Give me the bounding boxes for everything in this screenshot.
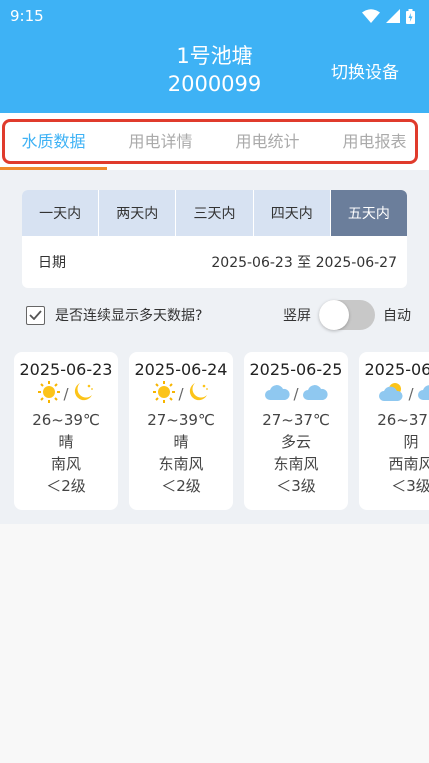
switch-device-button[interactable]: 切换设备 [331,58,399,83]
weather-wind: 南风 [50,455,81,473]
range-4-days[interactable]: 四天内 [253,190,331,236]
icon-separator: / [63,385,69,403]
weather-condition: 多云 [280,433,311,451]
auto-label: 自动 [383,308,411,324]
moon-icon [186,380,210,408]
tabs-highlight-box [2,119,418,164]
weather-condition: 阴 [403,433,419,451]
weather-icons: / [359,381,429,407]
date-row[interactable]: 日期 2025-06-23 至 2025-06-27 [22,236,407,288]
orientation-toggle-group: 竖屏 自动 [283,300,411,330]
weather-icons: / [14,381,118,407]
options-row: 是否连续显示多天数据? 竖屏 自动 [26,300,411,330]
orientation-toggle[interactable] [319,300,375,330]
cloud-icon [301,381,329,407]
weather-date: 2025-06-25 [249,360,343,379]
icon-separator: / [293,385,299,403]
weather-temp: 26~39℃ [32,411,100,429]
cloud-icon [263,381,291,407]
range-1-day[interactable]: 一天内 [22,190,100,236]
weather-card: 2025-06-24 / 27~39℃ 晴东南风 ＜2级 [129,352,233,510]
weather-temp: 26~37℃ [377,411,429,429]
weather-wind-level: ＜2级 [161,477,201,495]
blank-area [0,524,429,763]
check-icon [29,310,42,320]
tab-bar: 水质数据 用电详情 用电统计 用电报表 [0,113,429,170]
status-bar: 9:15 [0,0,429,32]
weather-wind-level: ＜3级 [276,477,316,495]
range-5-days[interactable]: 五天内 [330,190,407,236]
main-content: 一天内 两天内 三天内 四天内 五天内 日期 2025-06-23 至 2025… [0,170,429,524]
moon-icon [71,380,95,408]
partly-cloudy-icon [378,381,406,407]
weather-wind: 东南风 [273,455,319,473]
range-3-days[interactable]: 三天内 [176,190,254,236]
continuous-label: 是否连续显示多天数据? [55,308,203,324]
icon-separator: / [408,385,414,403]
portrait-label: 竖屏 [283,308,311,324]
range-card: 一天内 两天内 三天内 四天内 五天内 日期 2025-06-23 至 2025… [22,190,407,288]
weather-date: 2025-06-24 [134,360,228,379]
weather-cards: 2025-06-23 / 26~39℃ 晴南风 ＜2级 2025-06-24 / 27~39℃… [14,352,429,510]
status-time: 9:15 [10,7,44,25]
weather-card: 2025-06-26 / 26~37℃ 阴西南风 ＜3级 [359,352,429,510]
cloud-icon [416,381,429,407]
weather-wind: 东南风 [158,455,204,473]
weather-temp: 27~37℃ [262,411,330,429]
date-range-value[interactable]: 2025-06-23 至 2025-06-27 [211,252,397,272]
weather-card: 2025-06-23 / 26~39℃ 晴南风 ＜2级 [14,352,118,510]
signal-icon [386,9,400,23]
weather-wind-level: ＜2级 [46,477,86,495]
weather-icons: / [129,381,233,407]
weather-date: 2025-06-23 [19,360,113,379]
range-2-days[interactable]: 两天内 [99,190,177,236]
weather-temp: 27~39℃ [147,411,215,429]
continuous-checkbox[interactable] [26,305,45,325]
weather-date: 2025-06-26 [364,360,429,379]
weather-icons: / [244,381,348,407]
weather-card: 2025-06-25 / 27~37℃ 多云东南风 ＜3级 [244,352,348,510]
range-selector: 一天内 两天内 三天内 四天内 五天内 [22,190,407,236]
sun-icon [37,380,61,408]
wifi-icon [362,9,380,23]
weather-wind: 西南风 [388,455,429,473]
continuous-option[interactable]: 是否连续显示多天数据? [26,305,202,325]
weather-wind-level: ＜3级 [391,477,429,495]
sun-icon [152,380,176,408]
icon-separator: / [178,385,184,403]
toggle-knob [319,300,349,330]
status-icons [362,8,415,24]
weather-condition: 晴 [173,433,189,451]
date-label: 日期 [38,255,66,271]
battery-icon [406,8,415,24]
app-header: 9:15 1号池塘 2000099 切换设备 [0,0,429,113]
weather-condition: 晴 [58,433,74,451]
